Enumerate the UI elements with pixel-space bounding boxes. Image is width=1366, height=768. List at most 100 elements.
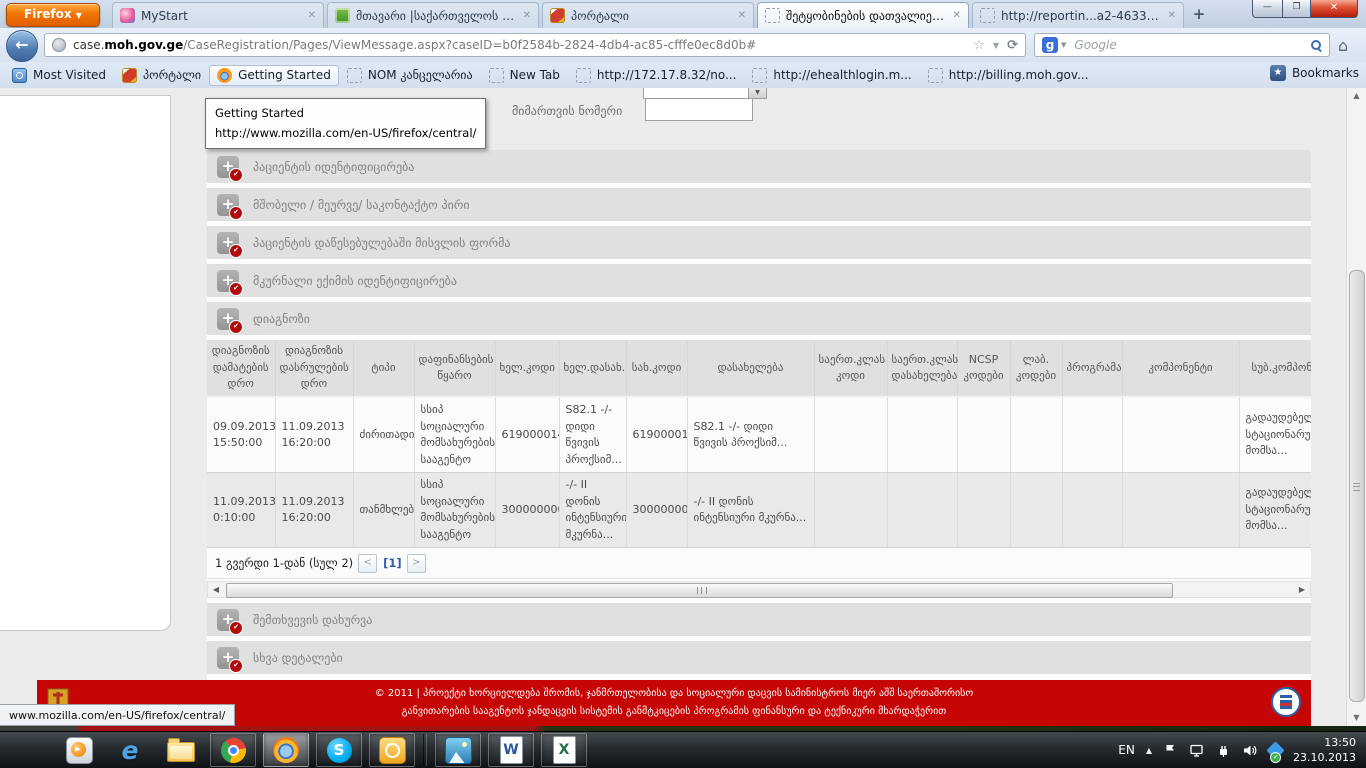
search-engine-dropdown-icon[interactable]: ▼ [1061,41,1066,49]
skype-taskbar-button[interactable]: S [316,733,362,767]
tab-close-icon[interactable]: ✕ [953,10,961,21]
volume-icon[interactable] [1242,743,1258,758]
minimize-button[interactable]: — [1252,0,1283,18]
bookmark-item[interactable]: პორტალი [114,65,209,86]
back-button[interactable]: ← [6,30,38,62]
action-center-flag-icon[interactable] [1163,743,1178,758]
tray-expand-icon[interactable]: ▲ [1146,746,1152,755]
table-row[interactable]: 09.09.2013 15:50:0011.09.2013 16:20:00ძი… [207,397,1311,473]
tab-close-icon[interactable]: ✕ [523,10,531,21]
outlook-taskbar-button[interactable] [369,733,415,767]
browser-tab[interactable]: პორტალი✕ [542,2,754,28]
accordion-section[interactable]: +✔მშობელი / მეურვე/ საკონტაქტო პირი [207,188,1311,221]
explorer-taskbar-button[interactable] [159,734,203,766]
vertical-scrollbar-thumb[interactable] [1349,270,1365,702]
search-icon[interactable] [1311,40,1322,51]
table-cell: -/- II დონის ინტენსიური მკურნა... [687,473,814,548]
close-button[interactable]: ✕ [1310,0,1358,18]
pagination-prev-button[interactable]: < [358,554,377,573]
accordion-section[interactable]: +✔ პაციენტის დაწესებულებაში მისვლის ფორმა [207,226,1311,259]
horizontal-scrollbar-thumb[interactable] [226,583,1173,598]
restore-button[interactable]: ❐ [1283,0,1310,18]
tab-close-icon[interactable]: ✕ [738,10,746,21]
accordion-section-label: პაციენტის დაწესებულებაში მისვლის ფორმა [253,236,510,250]
bookmarks-menu-button[interactable]: ★ Bookmarks [1270,65,1359,81]
bookmark-star-icon[interactable]: ☆ [973,38,985,53]
accordion-section[interactable]: +✔დიაგნოზი [207,302,1311,335]
scroll-down-arrow[interactable]: ▼ [1347,710,1366,726]
bookmark-item[interactable]: http://172.17.8.32/no... [568,65,745,86]
tab-title: MyStart [141,9,302,23]
accordion-section[interactable]: +✔მკურნალი ექიმის იდენტიფიცირება [207,264,1311,297]
reload-icon[interactable]: ⟳ [1007,38,1018,53]
firefox-taskbar-button[interactable] [263,733,309,767]
table-row[interactable]: 11.09.2013 0:10:0011.09.2013 16:20:00თან… [207,473,1311,548]
tab-title: მთავარი |საქართველოს შრო... [356,9,517,23]
clock[interactable]: 13:50 23.10.2013 [1293,735,1356,766]
scroll-left-arrow[interactable]: ◀ [208,582,224,597]
power-plug-icon[interactable] [1216,743,1231,758]
vertical-scrollbar[interactable]: ▲ ▼ [1346,88,1366,726]
skype-icon: S [327,738,352,763]
expand-plus-icon[interactable]: +✔ [217,270,239,292]
table-cell: 6190000146 [626,397,687,473]
default-page-icon [980,8,995,23]
tab-close-icon[interactable]: ✕ [308,10,316,21]
horizontal-scrollbar[interactable]: ◀ ▶ [207,581,1311,598]
new-tab-button[interactable]: + [1187,5,1211,25]
accordion-section[interactable]: +✔პაციენტის იდენტიფიცირება [207,150,1311,183]
tab-title: შეტყობინების დათვალიერება [786,9,947,23]
bookmark-label: http://172.17.8.32/no... [597,68,737,82]
clock-date: 23.10.2013 [1293,750,1356,765]
search-bar[interactable]: g ▼ Google [1034,33,1330,57]
pagination-next-button[interactable]: > [407,554,426,573]
bookmarks-menu-label: Bookmarks [1292,66,1359,80]
globe-icon [52,38,66,52]
dropbox-icon[interactable] [1266,741,1284,759]
expand-plus-icon[interactable]: +✔ [217,156,239,178]
network-icon[interactable] [1189,743,1205,758]
bookmark-item[interactable]: NOM კანცელარია [339,65,481,86]
home-button[interactable]: ⌂ [1338,36,1348,55]
bookmark-item[interactable]: Most Visited [4,65,114,86]
browser-tab[interactable]: მთავარი |საქართველოს შრო... ✕ [327,2,539,28]
scroll-right-arrow[interactable]: ▶ [1294,582,1310,597]
expand-plus-icon[interactable]: +✔ [217,647,239,669]
expand-plus-icon[interactable]: +✔ [217,194,239,216]
bookmark-item[interactable]: Getting Started [209,65,339,86]
url-bar[interactable]: case.moh.gov.ge/CaseRegistration/Pages/V… [44,33,1026,57]
language-indicator[interactable]: EN [1118,743,1135,757]
bookmark-item[interactable]: New Tab [481,65,568,86]
scroll-up-arrow[interactable]: ▲ [1347,88,1366,104]
word-taskbar-button[interactable]: W [488,733,534,767]
wmp-taskbar-button[interactable] [57,734,101,766]
google-icon[interactable]: g [1042,37,1058,53]
chrome-taskbar-button[interactable] [210,733,256,767]
bookmark-item[interactable]: http://ehealthlogin.m... [744,65,919,86]
expand-plus-icon[interactable]: +✔ [217,232,239,254]
table-cell: გადაუდებელი სტაციონარული მომსა... [1239,397,1311,473]
url-dropdown-icon[interactable]: ▼ [993,41,999,50]
program-logo-icon [1271,687,1301,717]
photo-viewer-taskbar-button[interactable] [435,733,481,767]
bookmark-item[interactable]: http://billing.moh.gov... [920,65,1097,86]
referral-number-input[interactable] [645,98,753,121]
accordion-section[interactable]: +✔შემთხვევის დახურვა [207,603,1311,636]
chrome-icon [221,738,246,763]
expand-plus-icon[interactable]: +✔ [217,609,239,631]
photo-viewer-icon [445,737,472,764]
system-tray: EN ▲ 13:50 23.10.2013 [1118,735,1366,766]
firefox-menu-button[interactable]: Firefox ▼ [6,3,100,27]
accordion-sections-bottom: +✔შემთხვევის დახურვა +✔სხვა დეტალები [207,603,1311,674]
browser-tab[interactable]: შეტყობინების დათვალიერება ✕ [757,2,969,28]
main-column: +✔პაციენტის იდენტიფიცირება +✔მშობელი / მე… [207,150,1311,679]
accordion-section[interactable]: +✔სხვა დეტალები [207,641,1311,674]
browser-tab[interactable]: http://reportin...a2-4633eb3d0c84✕ [972,2,1184,28]
pagination-current-page[interactable]: [1] [383,556,402,570]
ie-taskbar-button[interactable]: e [108,734,152,766]
start-button-taskbar-button[interactable] [6,734,50,766]
browser-tab[interactable]: MyStart ✕ [112,2,324,28]
excel-taskbar-button[interactable]: X [541,733,587,767]
tab-close-icon[interactable]: ✕ [1168,10,1176,21]
expand-plus-icon[interactable]: +✔ [217,308,239,330]
